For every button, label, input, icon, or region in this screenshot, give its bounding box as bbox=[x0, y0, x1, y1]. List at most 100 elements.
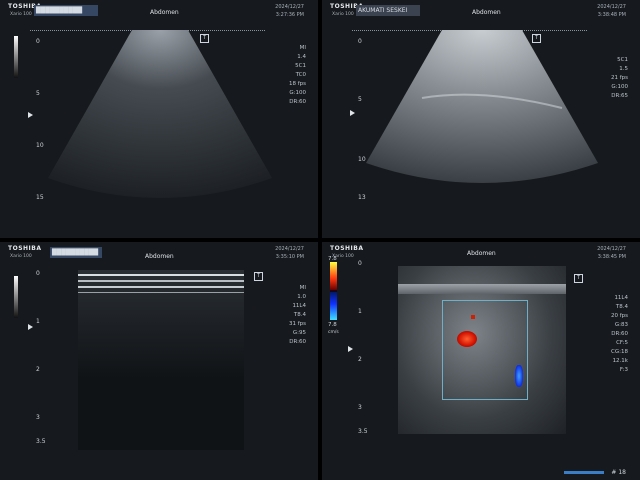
patient-id-field: AKUMATI SESKEI bbox=[356, 5, 420, 16]
param: 21 fps bbox=[610, 75, 628, 81]
grayscale-bar bbox=[14, 276, 18, 318]
depth-tick: 10 bbox=[36, 142, 44, 149]
param: T8.4 bbox=[615, 304, 628, 310]
panel-header: TOSHIBA Xario 100 ██████████ Abdomen 202… bbox=[0, 0, 318, 22]
depth-tick: 3.5 bbox=[36, 438, 46, 445]
color-scale-min: 7.8 bbox=[328, 322, 337, 328]
time-label: 3:35:10 PM bbox=[275, 254, 304, 260]
depth-tick: 1 bbox=[36, 318, 40, 325]
param: G:100 bbox=[289, 90, 306, 96]
depth-tick: 5 bbox=[36, 90, 40, 97]
patient-id-field: ██████████ bbox=[50, 247, 102, 258]
color-doppler-scale bbox=[330, 262, 337, 320]
imaging-parameters: 11L4 T8.4 20 fps G:83 DR:60 CF:5 CG:18 1… bbox=[611, 294, 628, 375]
depth-scale: 0 5 10 13 bbox=[358, 34, 366, 214]
ultrasound-image bbox=[366, 30, 598, 183]
ultrasound-image bbox=[78, 270, 244, 450]
exam-label: Abdomen bbox=[145, 253, 174, 260]
grayscale-bar bbox=[14, 36, 18, 78]
exam-label: Abdomen bbox=[472, 9, 501, 16]
time-label: 3:38:48 PM bbox=[597, 12, 626, 18]
depth-tick: 10 bbox=[358, 156, 366, 163]
probe-orientation-icon: T bbox=[254, 272, 263, 281]
param: CF:5 bbox=[616, 340, 628, 346]
depth-tick: 2 bbox=[36, 366, 40, 373]
cine-progress-bar[interactable] bbox=[564, 471, 604, 474]
probe-orientation-icon: T bbox=[532, 34, 541, 43]
param: MI bbox=[299, 45, 306, 51]
panel-header: TOSHIBA Xario 100 ██████████ Abdomen 202… bbox=[0, 242, 318, 264]
depth-tick: 1 bbox=[358, 308, 362, 315]
param: 1.0 bbox=[297, 294, 306, 300]
param: CG:18 bbox=[611, 349, 628, 355]
param: 1.5 bbox=[619, 66, 628, 72]
depth-tick: 3.5 bbox=[358, 428, 368, 435]
color-roi-box[interactable] bbox=[442, 300, 528, 400]
color-scale-unit: cm/s bbox=[328, 330, 339, 335]
param: G:100 bbox=[611, 84, 628, 90]
depth-tick: 0 bbox=[358, 38, 362, 45]
date-label: 2024/12/27 bbox=[597, 246, 626, 252]
brand-label: TOSHIBA bbox=[8, 245, 42, 252]
focus-marker-icon bbox=[350, 110, 355, 116]
date-label: 2024/12/27 bbox=[275, 246, 304, 252]
ultrasound-panel-top-right: TOSHIBA Xario 100 AKUMATI SESKEI Abdomen… bbox=[322, 0, 640, 238]
depth-tick: 0 bbox=[358, 260, 362, 267]
ultrasound-panel-bottom-right: TOSHIBA Xario 100 Abdomen 2024/12/27 3:3… bbox=[322, 242, 640, 480]
param: DR:60 bbox=[289, 339, 306, 345]
probe-orientation-icon: T bbox=[200, 34, 209, 43]
probe-orientation-icon: T bbox=[574, 274, 583, 283]
frame-counter: # 18 bbox=[611, 469, 626, 476]
focus-marker-icon bbox=[348, 346, 353, 352]
param: T8.4 bbox=[293, 312, 306, 318]
ultrasound-panel-top-left: TOSHIBA Xario 100 ██████████ Abdomen 202… bbox=[0, 0, 318, 238]
patient-id-field: ██████████ bbox=[34, 5, 98, 16]
time-label: 3:38:45 PM bbox=[597, 254, 626, 260]
depth-tick: 0 bbox=[36, 38, 40, 45]
model-label: Xario 100 bbox=[10, 254, 32, 259]
param: G:95 bbox=[292, 330, 306, 336]
ultrasound-image bbox=[48, 30, 272, 198]
date-label: 2024/12/27 bbox=[275, 4, 304, 10]
param: 20 fps bbox=[610, 313, 628, 319]
param: DR:60 bbox=[289, 99, 306, 105]
param: 5C1 bbox=[295, 63, 306, 69]
depth-tick: 13 bbox=[358, 194, 366, 201]
depth-tick: 3 bbox=[36, 414, 40, 421]
param: DR:65 bbox=[611, 93, 628, 99]
depth-tick: 2 bbox=[358, 356, 362, 363]
depth-tick: 5 bbox=[358, 96, 362, 103]
focus-marker-icon bbox=[28, 112, 33, 118]
panel-header: TOSHIBA Xario 100 AKUMATI SESKEI Abdomen… bbox=[322, 0, 640, 22]
depth-tick: 0 bbox=[36, 270, 40, 277]
param: F:3 bbox=[619, 367, 628, 373]
ultrasound-panel-bottom-left: TOSHIBA Xario 100 ██████████ Abdomen 202… bbox=[0, 242, 318, 480]
depth-scale: 0 1 2 3 3.5 bbox=[358, 260, 368, 444]
exam-label: Abdomen bbox=[150, 9, 179, 16]
depth-scale: 0 1 2 3 3.5 bbox=[36, 270, 46, 456]
model-label: Xario 100 bbox=[10, 12, 32, 17]
param: TC0 bbox=[295, 72, 306, 78]
panel-header: TOSHIBA Xario 100 Abdomen 2024/12/27 3:3… bbox=[322, 242, 640, 264]
param: G:83 bbox=[614, 322, 628, 328]
depth-scale: 0 5 10 15 bbox=[36, 34, 44, 214]
param: 31 fps bbox=[288, 321, 306, 327]
date-label: 2024/12/27 bbox=[597, 4, 626, 10]
depth-tick: 15 bbox=[36, 194, 44, 201]
param: 11L4 bbox=[614, 295, 628, 301]
imaging-parameters: 5C1 1.5 21 fps G:100 DR:65 bbox=[611, 56, 628, 101]
param: MI bbox=[299, 285, 306, 291]
model-label: Xario 100 bbox=[332, 12, 354, 17]
brand-label: TOSHIBA bbox=[330, 245, 364, 252]
param: 1.4 bbox=[297, 54, 306, 60]
imaging-parameters: MI 1.4 5C1 TC0 18 fps G:100 DR:60 bbox=[289, 44, 306, 107]
time-label: 3:27:36 PM bbox=[275, 12, 304, 18]
exam-label: Abdomen bbox=[467, 250, 496, 257]
depth-tick: 3 bbox=[358, 404, 362, 411]
param: DR:60 bbox=[611, 331, 628, 337]
param: 11L4 bbox=[292, 303, 306, 309]
param: 12.1k bbox=[612, 358, 628, 364]
focus-marker-icon bbox=[28, 324, 33, 330]
param: 18 fps bbox=[288, 81, 306, 87]
imaging-parameters: MI 1.0 11L4 T8.4 31 fps G:95 DR:60 bbox=[289, 284, 306, 347]
